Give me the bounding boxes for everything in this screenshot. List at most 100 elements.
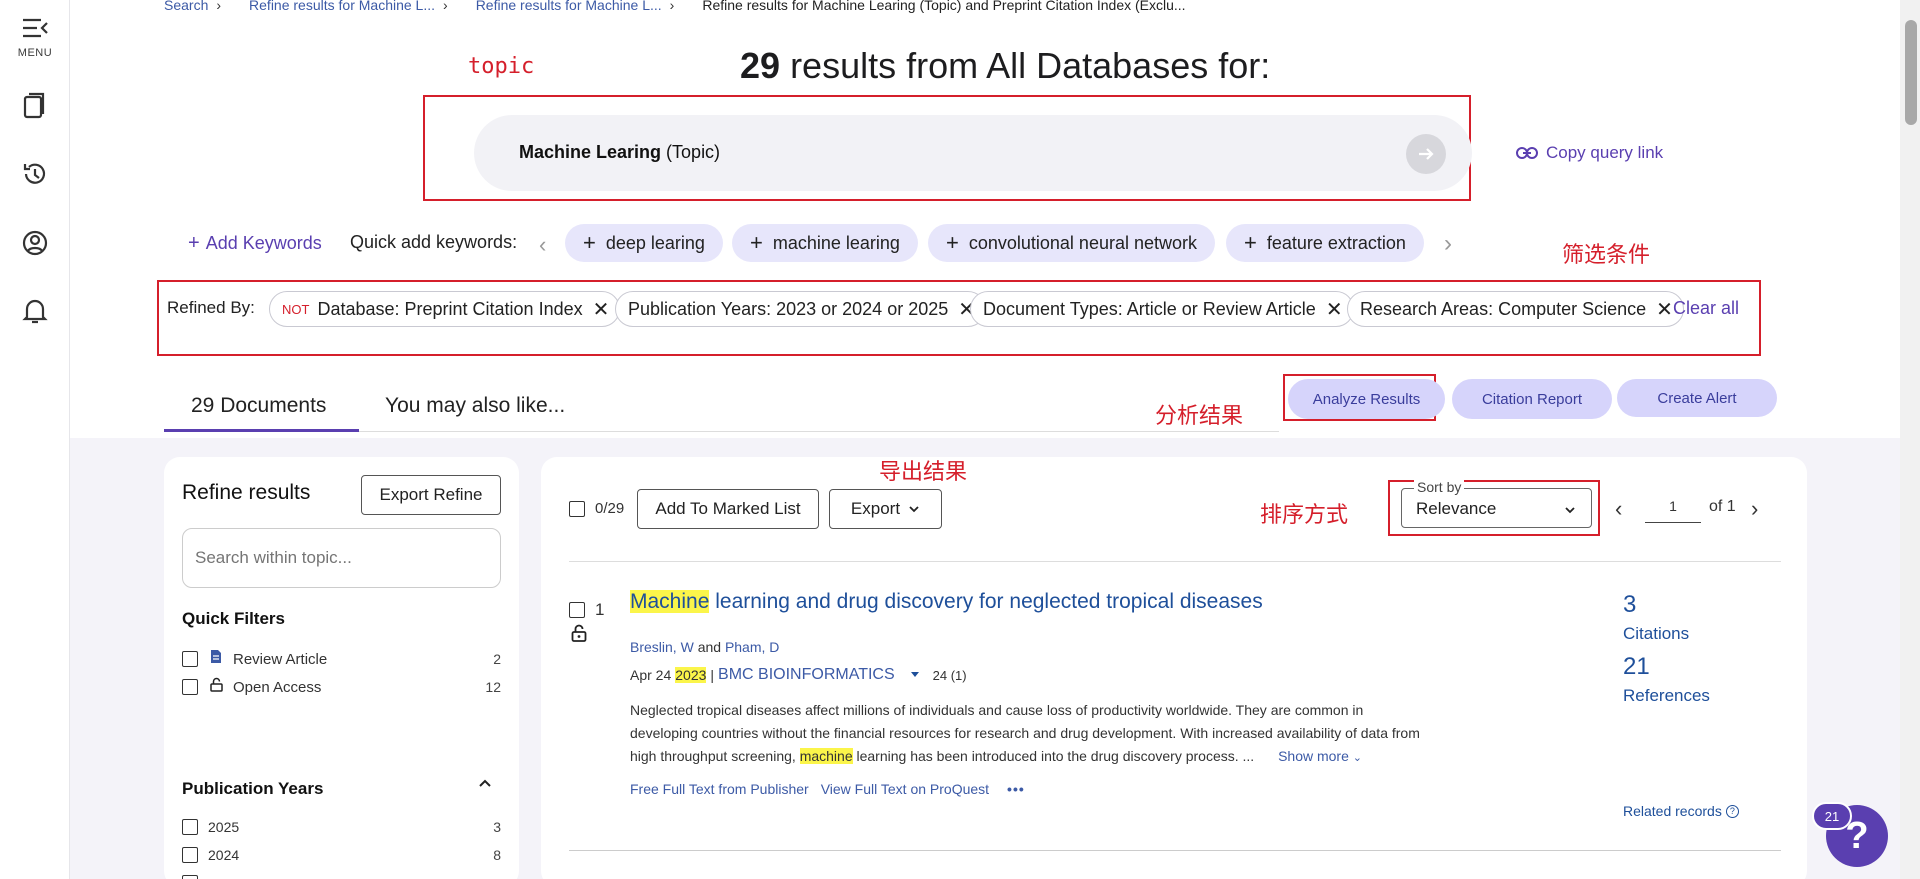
refine-chip-label: Research Areas: Computer Science [1360, 298, 1647, 319]
breadcrumb-refine-1[interactable]: Refine results for Machine L... [249, 0, 435, 13]
chevron-down-icon[interactable]: ⌄ [1353, 752, 1362, 764]
author-link[interactable]: Pham, D [725, 639, 779, 655]
select-all-checkbox[interactable] [569, 500, 585, 517]
tab-documents[interactable]: 29 Documents [191, 394, 326, 418]
bell-icon[interactable] [17, 293, 53, 329]
sort-select[interactable]: Sort by Relevance [1401, 479, 1592, 528]
more-options-icon[interactable]: ••• [1007, 781, 1025, 797]
page-title: 29 results from All Databases for: [740, 45, 1270, 87]
sort-legend: Sort by [1414, 479, 1465, 495]
record-select[interactable]: 1 [569, 600, 604, 620]
refine-panel: Refine results Export Refine Quick Filte… [164, 457, 519, 879]
year-filter[interactable]: 2025 3 [182, 819, 501, 835]
analyze-results-button[interactable]: Analyze Results [1288, 379, 1445, 419]
page-input[interactable]: 1 [1645, 489, 1701, 523]
user-profile-icon[interactable] [17, 225, 53, 261]
record-title[interactable]: Machine learning and drug discovery for … [630, 590, 1263, 614]
keyword-pill[interactable]: + feature extraction [1226, 224, 1424, 262]
breadcrumb-refine-2[interactable]: Refine results for Machine L... [476, 0, 662, 13]
abstract-line-3: high throughput screening, machine learn… [630, 745, 1490, 770]
refine-chip-doctypes[interactable]: Document Types: Article or Review Articl… [970, 291, 1354, 327]
scroll-thumb[interactable] [1905, 20, 1917, 125]
history-icon[interactable] [17, 156, 53, 192]
scrollbar[interactable] [1900, 0, 1920, 879]
next-page-icon[interactable]: › [1751, 496, 1758, 522]
record-journal[interactable]: BMC BIOINFORMATICS [718, 666, 895, 684]
annotation-topic: topic [468, 54, 535, 79]
keyword-pill[interactable]: + machine learing [732, 224, 918, 262]
quick-filter-review[interactable]: Review Article 2 [182, 649, 501, 669]
quick-filter-count: 2 [493, 651, 501, 667]
chevron-right-icon[interactable]: › [1444, 230, 1452, 258]
select-all[interactable]: 0/29 [569, 500, 624, 517]
refine-chip-research-areas[interactable]: Research Areas: Computer Science ✕ [1347, 291, 1684, 327]
citation-report-button[interactable]: Citation Report [1452, 379, 1612, 419]
breadcrumb-search[interactable]: Search [164, 0, 208, 13]
prev-page-icon[interactable]: ‹ [1615, 496, 1622, 522]
export-button-label: Export [850, 499, 901, 518]
quick-filters-title: Quick Filters [182, 609, 285, 628]
checkbox[interactable] [182, 875, 198, 879]
close-icon[interactable]: ✕ [1656, 297, 1673, 322]
tab-also-like[interactable]: You may also like... [385, 394, 565, 418]
chevron-left-icon[interactable]: ‹ [539, 232, 546, 258]
annotation-filters: 筛选条件 [1562, 243, 1651, 268]
year-filter[interactable]: 2024 8 [182, 847, 501, 863]
query-box[interactable]: Machine Learing (Topic) [474, 115, 1472, 191]
citations-count[interactable]: 3 [1623, 591, 1636, 619]
abstract-line: developing countries without the financi… [630, 725, 1420, 741]
refine-chip-database[interactable]: NOT Database: Preprint Citation Index ✕ [269, 291, 621, 327]
free-full-text-link[interactable]: Free Full Text from Publisher [630, 781, 809, 797]
create-alert-button[interactable]: Create Alert [1617, 379, 1777, 417]
citations-label[interactable]: Citations [1623, 624, 1689, 644]
checkbox[interactable] [182, 679, 198, 695]
add-to-marked-list-button[interactable]: Add To Marked List [637, 489, 819, 529]
help-circle-icon[interactable]: ? [1725, 804, 1739, 818]
refine-chip-label: Publication Years: 2023 or 2024 or 2025 [628, 298, 949, 319]
author-link[interactable]: Breslin, W [630, 639, 694, 655]
record-date: Apr 24 [630, 667, 672, 683]
chevron-up-icon[interactable] [477, 775, 493, 796]
checkbox[interactable] [182, 819, 198, 835]
refine-chip-years[interactable]: Publication Years: 2023 or 2024 or 2025 … [615, 291, 987, 327]
references-label[interactable]: References [1623, 686, 1710, 706]
results-count: 29 [740, 45, 781, 86]
close-icon[interactable]: ✕ [593, 297, 610, 322]
search-within-input[interactable] [182, 528, 501, 588]
year-label: 2024 [208, 847, 240, 863]
related-records-link[interactable]: Related records ? [1623, 803, 1739, 819]
clear-all-link[interactable]: Clear all [1673, 298, 1739, 319]
record-title-highlight: Machine [630, 590, 710, 613]
close-icon[interactable]: ✕ [1326, 297, 1343, 322]
menu-icon[interactable] [17, 10, 53, 46]
record-checkbox[interactable] [569, 602, 585, 618]
help-badge: 21 [1812, 802, 1852, 830]
refined-by-label: Refined By: [167, 298, 255, 317]
checkbox[interactable] [182, 847, 198, 863]
bookmark-icon[interactable] [17, 88, 53, 124]
caret-down-icon [910, 672, 919, 677]
quick-filter-open-access[interactable]: Open Access 12 [182, 677, 501, 697]
export-button[interactable]: Export [829, 489, 942, 529]
quick-filter-label: Open Access [233, 678, 322, 696]
export-refine-button[interactable]: Export Refine [361, 475, 501, 515]
query-text: Machine Learing (Topic) [519, 142, 720, 163]
copy-query-link[interactable]: Copy query link [1516, 143, 1663, 163]
copy-query-link-label: Copy query link [1546, 143, 1664, 162]
record-volume: 24 (1) [932, 667, 967, 683]
checkbox[interactable] [182, 651, 198, 667]
results-title-text: results from All Databases for: [790, 45, 1271, 86]
unlock-icon [210, 677, 224, 697]
record-source: Apr 24 2023 | BMC BIOINFORMATICS 24 (1) [630, 666, 967, 684]
references-count[interactable]: 21 [1623, 653, 1650, 681]
query-term: Machine Learing [519, 142, 662, 162]
keyword-pill[interactable]: + deep learing [565, 224, 723, 262]
add-keywords-button[interactable]: + Add Keywords [188, 232, 322, 255]
search-submit-button[interactable] [1406, 134, 1446, 174]
chevron-down-icon [909, 506, 919, 513]
show-more-link[interactable]: Show more [1278, 748, 1349, 764]
record-title-text: learning and drug discovery for neglecte… [709, 590, 1263, 613]
record-authors: Breslin, W and Pham, D [630, 639, 779, 655]
view-proquest-link[interactable]: View Full Text on ProQuest [821, 781, 989, 797]
keyword-pill[interactable]: + convolutional neural network [928, 224, 1215, 262]
